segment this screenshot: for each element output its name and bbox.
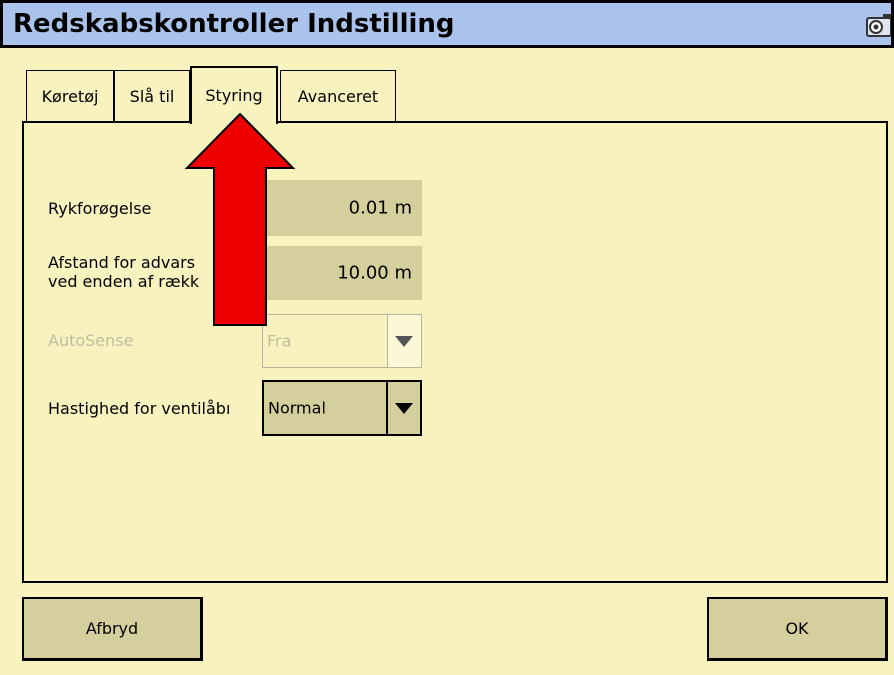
window-title: Redskabskontroller Indstilling — [13, 9, 455, 39]
autosense-label: AutoSense — [48, 331, 134, 350]
afstand-value: 10.00 m — [337, 262, 412, 284]
tab-label: Slå til — [129, 87, 175, 106]
afstand-label-line2: ved enden af rækk — [48, 272, 200, 291]
hastighed-label: Hastighed for ventilåbı — [48, 399, 231, 418]
afstand-label-line1: Afstand for advars — [48, 253, 196, 272]
camera-icon[interactable] — [865, 11, 891, 41]
annotation-arrow-icon — [184, 112, 296, 326]
tab-label: Avanceret — [297, 87, 379, 106]
autosense-value: Fra — [267, 331, 292, 351]
settings-panel — [22, 121, 888, 583]
chevron-down-icon — [395, 403, 413, 414]
ryk-value: 0.01 m — [348, 197, 412, 219]
chevron-down-icon — [395, 336, 413, 347]
ryk-label: Rykforøgelse — [48, 199, 152, 218]
tab-koretoj[interactable]: Køretøj — [26, 70, 114, 122]
tab-sla-til[interactable]: Slå til — [114, 70, 190, 122]
cancel-button[interactable]: Afbryd — [22, 597, 203, 661]
autosense-dropdown-button — [387, 315, 421, 367]
ok-button[interactable]: OK — [707, 597, 888, 661]
ok-button-label: OK — [785, 619, 809, 638]
tab-label: Køretøj — [41, 87, 99, 106]
title-bar: Redskabskontroller Indstilling — [0, 0, 894, 48]
hastighed-select[interactable]: Normal — [262, 380, 422, 436]
tab-label: Styring — [205, 86, 263, 105]
cancel-button-label: Afbryd — [85, 619, 139, 638]
afstand-label: Afstand for advars ved enden af rækk — [48, 253, 199, 291]
hastighed-value: Normal — [268, 398, 326, 418]
hastighed-dropdown-button[interactable] — [386, 382, 420, 434]
